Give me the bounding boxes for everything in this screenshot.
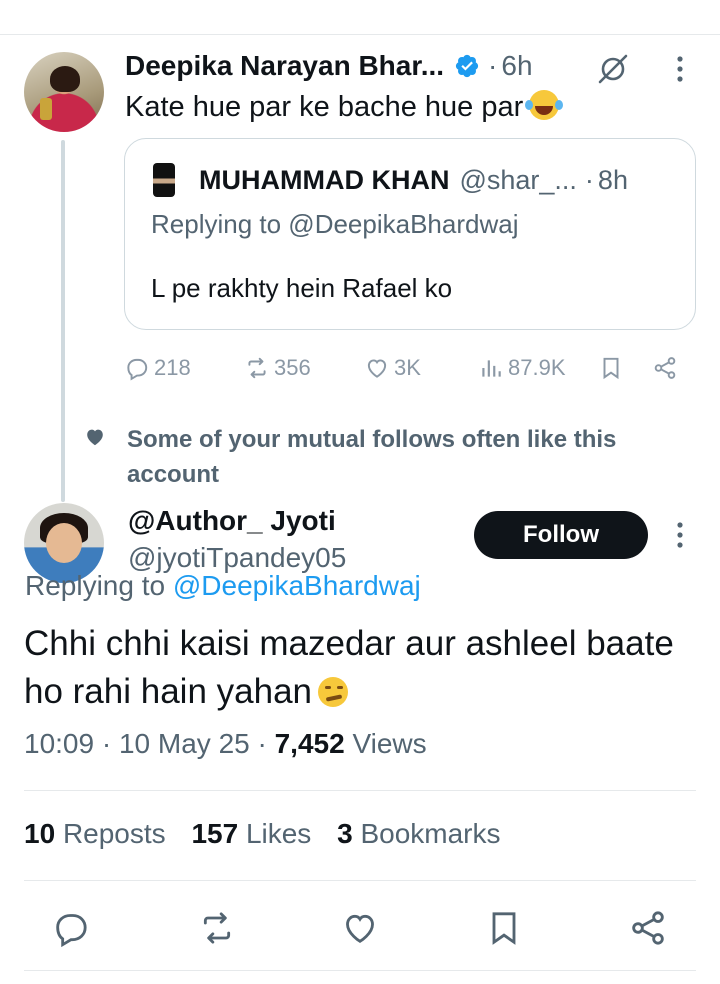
like-button[interactable]: 3K <box>364 350 421 386</box>
share-button[interactable] <box>628 908 668 948</box>
more-options-icon[interactable] <box>670 54 690 84</box>
tweet-date[interactable]: 10 May 25 <box>119 728 250 759</box>
top-divider <box>0 34 720 35</box>
analytics-icon <box>482 360 501 377</box>
like-button[interactable] <box>340 908 380 948</box>
bookmark-icon <box>603 357 619 380</box>
replying-to-link[interactable]: @DeepikaBhardwaj <box>173 570 421 601</box>
tweet-meta: 10:09 · 10 May 25 · 7,452 Views <box>24 728 427 759</box>
bookmark-icon <box>492 912 516 945</box>
repost-count: 356 <box>274 355 311 380</box>
reply-count: 218 <box>154 355 191 380</box>
quoted-timestamp: 8h <box>597 164 628 195</box>
quoted-author-name: MUHAMMAD KHAN <box>199 164 450 195</box>
avatar <box>153 163 175 197</box>
divider <box>24 970 696 971</box>
views-count: 87.9K <box>508 355 566 380</box>
repost-button[interactable] <box>197 908 237 948</box>
grok-icon[interactable] <box>596 52 630 86</box>
bookmark-button[interactable] <box>484 908 524 948</box>
quoted-author-handle: @shar_... <box>459 164 577 195</box>
thread-line <box>61 140 65 502</box>
bookmarks-stat[interactable]: 3 Bookmarks <box>337 818 500 849</box>
likes-stat[interactable]: 157 Likes <box>191 818 311 849</box>
quoted-replying-to: Replying to @DeepikaBhardwaj <box>151 209 519 239</box>
repost-icon <box>248 357 266 379</box>
engagement-stats: 10 Reposts 157 Likes 3 Bookmarks <box>24 818 501 850</box>
share-button[interactable] <box>652 350 678 386</box>
tweet-text: Chhi chhi kaisi mazedar aur ashleel baat… <box>24 624 674 711</box>
social-context-text: Some of your mutual follows often like t… <box>127 426 617 488</box>
views-button[interactable]: 87.9K <box>478 350 566 386</box>
verified-badge-icon <box>455 54 479 78</box>
heart-icon <box>87 429 103 446</box>
tweet-text: Kate hue par ke bache hue par <box>125 90 560 124</box>
divider <box>24 880 696 881</box>
laughing-emoji-icon <box>525 90 560 120</box>
more-options-icon[interactable] <box>670 520 690 550</box>
reply-button[interactable] <box>51 908 91 948</box>
share-icon <box>632 911 664 945</box>
tweet-time[interactable]: 10:09 <box>24 728 94 759</box>
quoted-tweet-text: L pe rakhty hein Rafael ko <box>151 273 453 303</box>
parent-tweet-header: Deepika Narayan Bhar... · 6h <box>125 50 533 82</box>
heart-icon <box>367 359 387 378</box>
follow-button[interactable]: Follow <box>474 511 648 559</box>
share-icon <box>654 357 676 379</box>
view-count: 7,452 <box>274 728 345 759</box>
reply-icon <box>56 914 87 948</box>
divider <box>24 790 696 791</box>
author-name[interactable]: Deepika Narayan Bhar... <box>125 50 444 82</box>
replying-to: Replying to @DeepikaBhardwaj <box>25 570 421 601</box>
like-count: 3K <box>394 355 421 380</box>
heart-icon <box>346 914 374 943</box>
parent-action-bar: 218 356 3K 87.9K <box>0 350 720 386</box>
smirking-emoji-icon <box>318 677 348 707</box>
timestamp[interactable]: 6h <box>501 50 532 82</box>
quoted-tweet[interactable]: MUHAMMAD KHAN @shar_... · 8h Replying to… <box>124 138 696 330</box>
bookmark-button[interactable] <box>598 350 624 386</box>
author-name[interactable]: @Author_ Jyoti <box>128 505 336 537</box>
reply-icon <box>127 358 148 381</box>
reposts-stat[interactable]: 10 Reposts <box>24 818 166 849</box>
reply-button[interactable]: 218 <box>124 350 191 386</box>
repost-icon <box>203 912 231 944</box>
avatar[interactable] <box>24 52 104 132</box>
repost-button[interactable]: 356 <box>244 350 311 386</box>
